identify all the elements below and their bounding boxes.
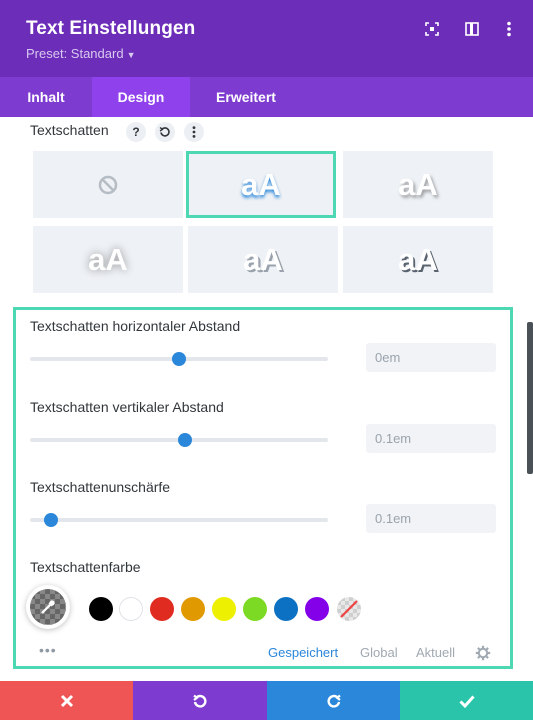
swatch-yellow[interactable] [212,597,236,621]
preset-none[interactable] [33,151,183,218]
action-bar [0,681,533,720]
preset-2-sample: aA [398,166,438,202]
check-icon [458,694,475,708]
undo-icon [193,694,207,708]
preset-4[interactable]: aA [188,226,338,293]
no-shadow-icon [98,175,118,194]
split-view-icon[interactable] [463,20,481,38]
preset-3[interactable]: aA [33,226,183,293]
caret-down-icon: ▼ [126,50,136,60]
vertical-distance-slider[interactable] [30,433,328,447]
redo-icon [327,694,341,708]
preset-label: Preset: Standard [26,46,124,61]
reset-icon[interactable] [155,122,175,142]
preset-selector[interactable]: Preset: Standard ▼ [26,46,135,61]
current-colors-link[interactable]: Aktuell [416,645,455,660]
swatch-black[interactable] [89,597,113,621]
preset-2[interactable]: aA [343,151,493,218]
preset-4-sample: aA [243,241,283,277]
preset-1[interactable]: aA [186,151,336,218]
saved-colors-link[interactable]: Gespeichert [268,645,338,660]
blur-input[interactable]: 0.1em [366,504,496,533]
transparent-swatch [30,589,66,625]
horizontal-distance-input[interactable]: 0em [366,343,496,372]
tab-design[interactable]: Design [92,77,190,117]
more-swatches-icon[interactable]: ••• [39,642,57,658]
cancel-button[interactable] [0,681,133,720]
options-icon[interactable] [184,122,204,142]
swatch-green[interactable] [243,597,267,621]
preset-5[interactable]: aA [343,226,493,293]
undo-button[interactable] [133,681,267,720]
color-picker-button[interactable] [26,585,70,629]
preset-3-sample: aA [88,241,128,277]
tab-inhalt[interactable]: Inhalt [0,77,92,117]
blur-slider[interactable] [30,513,328,527]
clear-color-icon [340,600,358,618]
close-icon [60,694,73,707]
vertical-distance-label: Textschatten vertikaler Abstand [30,399,224,415]
tab-erweitert[interactable]: Erweitert [190,77,302,117]
slider-handle[interactable] [172,352,186,366]
focus-icon[interactable] [423,20,441,38]
scrollbar[interactable] [527,322,533,474]
swatch-orange[interactable] [181,597,205,621]
swatch-red[interactable] [150,597,174,621]
redo-button[interactable] [267,681,400,720]
blur-label: Textschattenunschärfe [30,479,171,495]
tab-bar: Inhalt Design Erweitert [0,77,533,117]
horizontal-distance-label: Textschatten horizontaler Abstand [30,318,241,334]
vertical-distance-input[interactable]: 0.1em [366,424,496,453]
eyedropper-icon [41,600,55,614]
global-colors-link[interactable]: Global [360,645,398,660]
help-glyph: ? [132,125,140,139]
preset-5-sample: aA [398,241,438,277]
settings-header: Text Einstellungen Preset: Standard ▼ [0,0,533,77]
shadow-color-label: Textschattenfarbe [30,559,141,575]
slider-handle[interactable] [43,513,58,527]
preset-1-sample: aA [241,166,281,202]
swatch-purple[interactable] [305,597,329,621]
slider-handle[interactable] [177,433,192,447]
more-vertical-icon[interactable] [500,20,518,38]
swatch-blue[interactable] [274,597,298,621]
textschatten-label: Textschatten [30,122,109,138]
swatch-transparent[interactable] [337,597,361,621]
help-icon[interactable]: ? [126,122,146,142]
gear-icon[interactable] [475,645,491,666]
save-button[interactable] [400,681,533,720]
horizontal-distance-slider[interactable] [30,352,328,366]
modal-title: Text Einstellungen [26,18,196,39]
swatch-white[interactable] [119,597,143,621]
